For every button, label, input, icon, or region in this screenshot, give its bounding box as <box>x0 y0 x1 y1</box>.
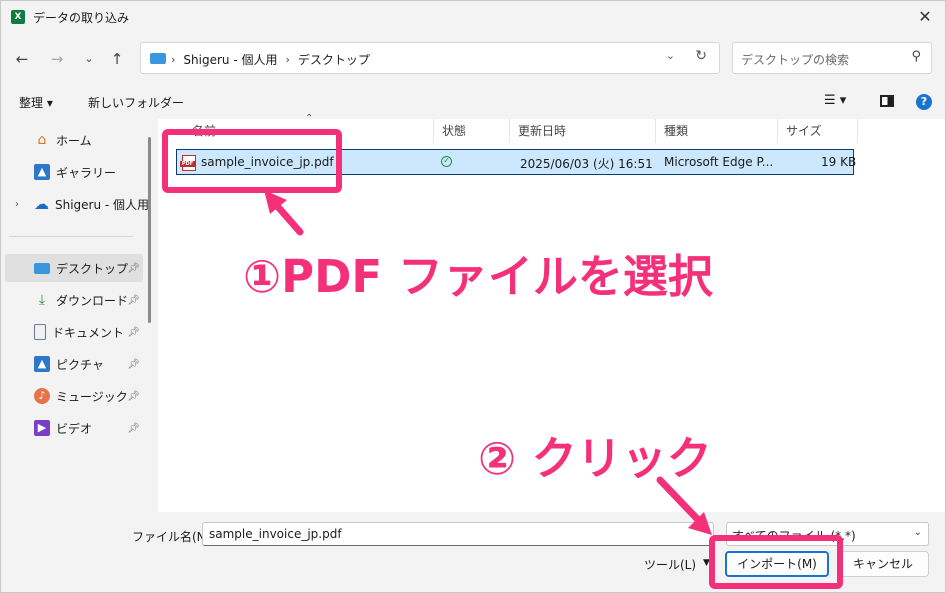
annotation-step2: ② クリック <box>478 432 712 485</box>
arrow-to-import <box>656 476 712 535</box>
arrow-to-file <box>264 190 304 236</box>
annotation-step1: ①PDF ファイルを選択 <box>243 250 713 303</box>
